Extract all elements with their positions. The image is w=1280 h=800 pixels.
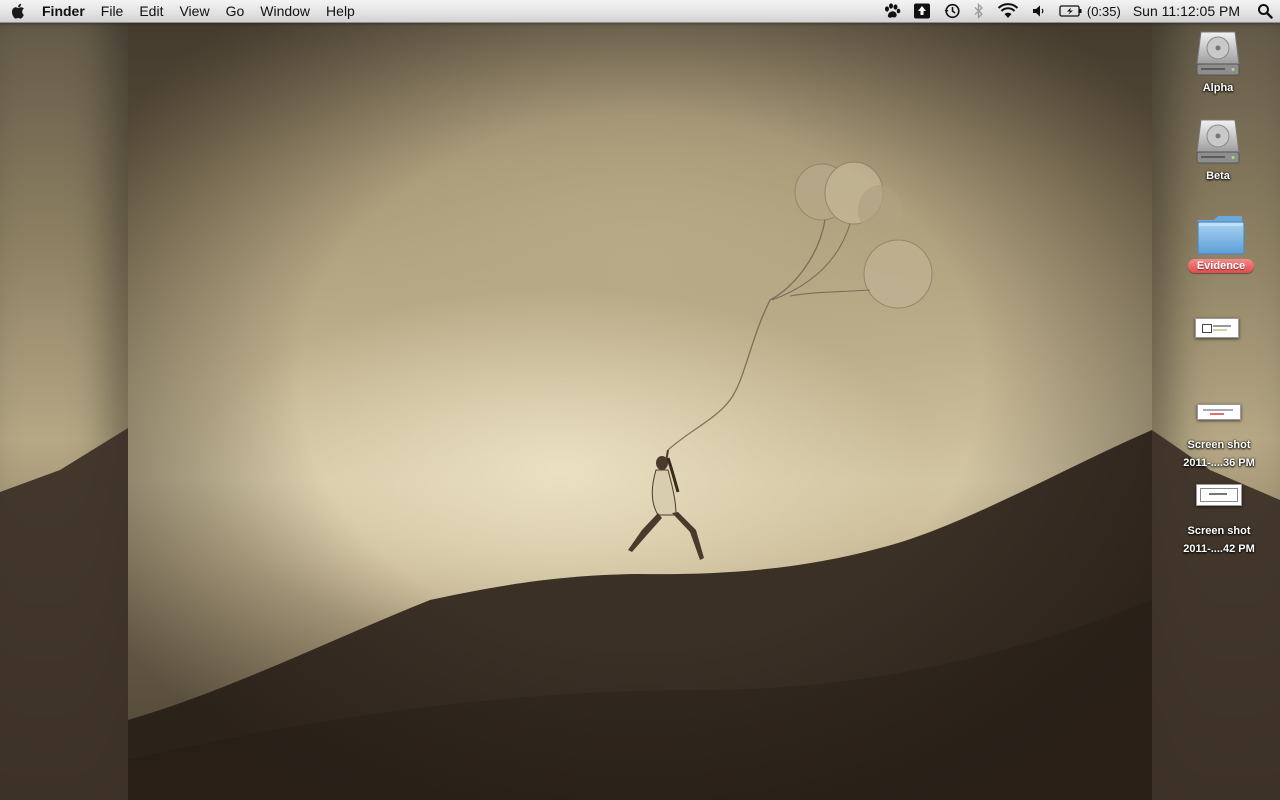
- folder-icon: [1171, 210, 1271, 256]
- desktop-icon-beta[interactable]: Beta: [1168, 116, 1268, 184]
- desktop-icon-screenshot-36pm[interactable]: Screen shot 2011-....36 PM: [1169, 392, 1269, 471]
- battery-time: (0:35): [1086, 3, 1121, 19]
- battery-icon: [1059, 5, 1082, 17]
- bluetooth-icon[interactable]: [967, 0, 991, 22]
- menu-window[interactable]: Window: [252, 0, 318, 22]
- menu-file[interactable]: File: [93, 0, 132, 22]
- desktop-icon-alpha[interactable]: Alpha: [1168, 28, 1268, 96]
- menu-view[interactable]: View: [171, 0, 217, 22]
- desktop-icon-label: Evidence: [1187, 259, 1255, 273]
- apple-menu-icon[interactable]: [0, 0, 36, 22]
- desktop-wallpaper: [0, 0, 1280, 800]
- screenshot-thumbnail-icon: [1167, 310, 1267, 338]
- screenshot-thumbnail-icon: [1169, 478, 1269, 506]
- desktop-icon-label: Alpha: [1202, 82, 1234, 94]
- battery-status[interactable]: (0:35): [1053, 4, 1127, 19]
- wallpaper-vignette: [128, 0, 1152, 800]
- screenshot-thumbnail-icon: [1169, 392, 1269, 420]
- menu-finder[interactable]: Finder: [36, 0, 93, 22]
- desktop-icon-screenshot-42pm[interactable]: Screen shot 2011-....42 PM: [1169, 478, 1269, 557]
- menu-help[interactable]: Help: [318, 0, 363, 22]
- menu-go[interactable]: Go: [218, 0, 253, 22]
- desktop-icon-label: Beta: [1206, 170, 1230, 182]
- time-machine-icon[interactable]: [937, 0, 967, 22]
- desktop-icon-label: 2011-....42 PM: [1183, 543, 1255, 555]
- paw-icon[interactable]: [877, 0, 907, 22]
- desktop-icon-label: Screen shot: [1187, 525, 1251, 537]
- menu-edit[interactable]: Edit: [131, 0, 171, 22]
- desktop-icon-evidence[interactable]: Evidence: [1171, 210, 1271, 274]
- menu-bar: Finder File Edit View Go Window Help (0:…: [0, 0, 1280, 23]
- menu-clock[interactable]: Sun 11:12:05 PM: [1127, 3, 1250, 19]
- spotlight-icon[interactable]: [1250, 0, 1280, 22]
- upload-icon[interactable]: [907, 0, 937, 22]
- wifi-icon[interactable]: [991, 0, 1025, 22]
- hard-drive-icon: [1168, 28, 1268, 78]
- desktop-icon-screenshot[interactable]: [1167, 310, 1267, 338]
- desktop-icon-label: 2011-....36 PM: [1183, 457, 1255, 469]
- volume-icon[interactable]: [1025, 0, 1053, 22]
- hard-drive-icon: [1168, 116, 1268, 166]
- desktop-icon-label: Screen shot: [1187, 439, 1251, 451]
